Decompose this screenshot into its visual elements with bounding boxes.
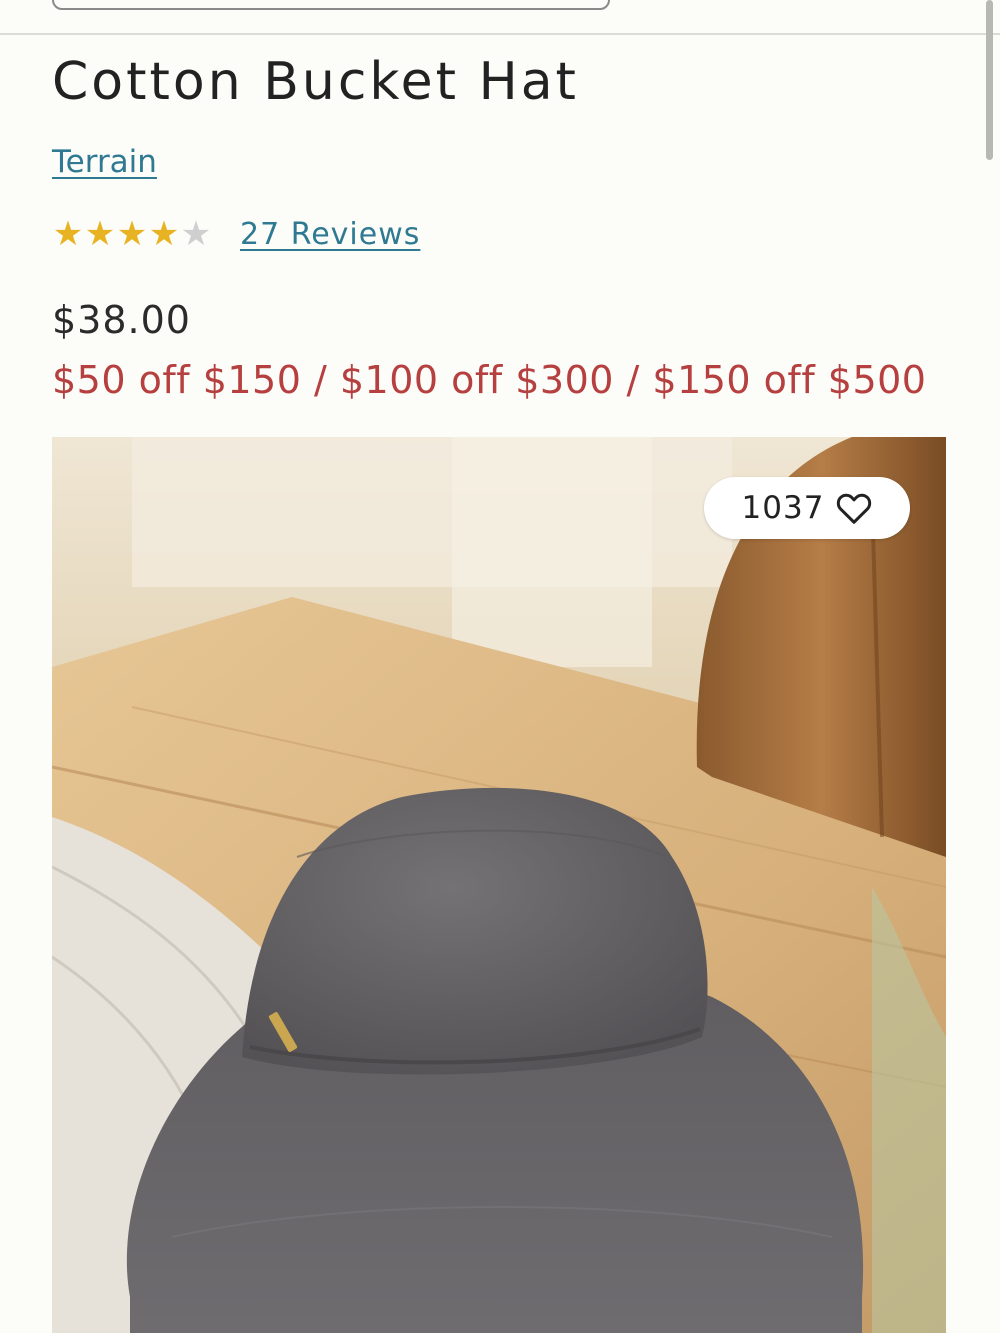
scrollbar[interactable] <box>986 0 993 160</box>
star-filled-icon: ★ <box>84 214 116 254</box>
star-filled-icon: ★ <box>52 214 84 254</box>
product-price: $38.00 <box>52 298 191 342</box>
star-filled-icon: ★ <box>148 214 180 254</box>
star-filled-icon: ★ <box>116 214 148 254</box>
star-rating: ★ ★ ★ ★ ★ <box>52 217 212 251</box>
product-title: Cotton Bucket Hat <box>52 52 579 112</box>
product-rating: ★ ★ ★ ★ ★ 27 Reviews <box>52 214 420 254</box>
reviews-link[interactable]: 27 Reviews <box>240 217 420 252</box>
heart-outline-icon <box>837 493 872 524</box>
search-bar[interactable] <box>52 0 610 10</box>
like-button[interactable]: 1037 <box>704 477 910 539</box>
product-image[interactable] <box>52 437 946 1333</box>
header-divider <box>0 33 1000 35</box>
product-photo <box>52 437 946 1333</box>
brand-link[interactable]: Terrain <box>52 144 157 180</box>
star-empty-icon: ★ <box>180 214 212 254</box>
promo-offer: $50 off $150 / $100 off $300 / $150 off … <box>52 358 927 402</box>
like-count: 1037 <box>741 490 825 526</box>
